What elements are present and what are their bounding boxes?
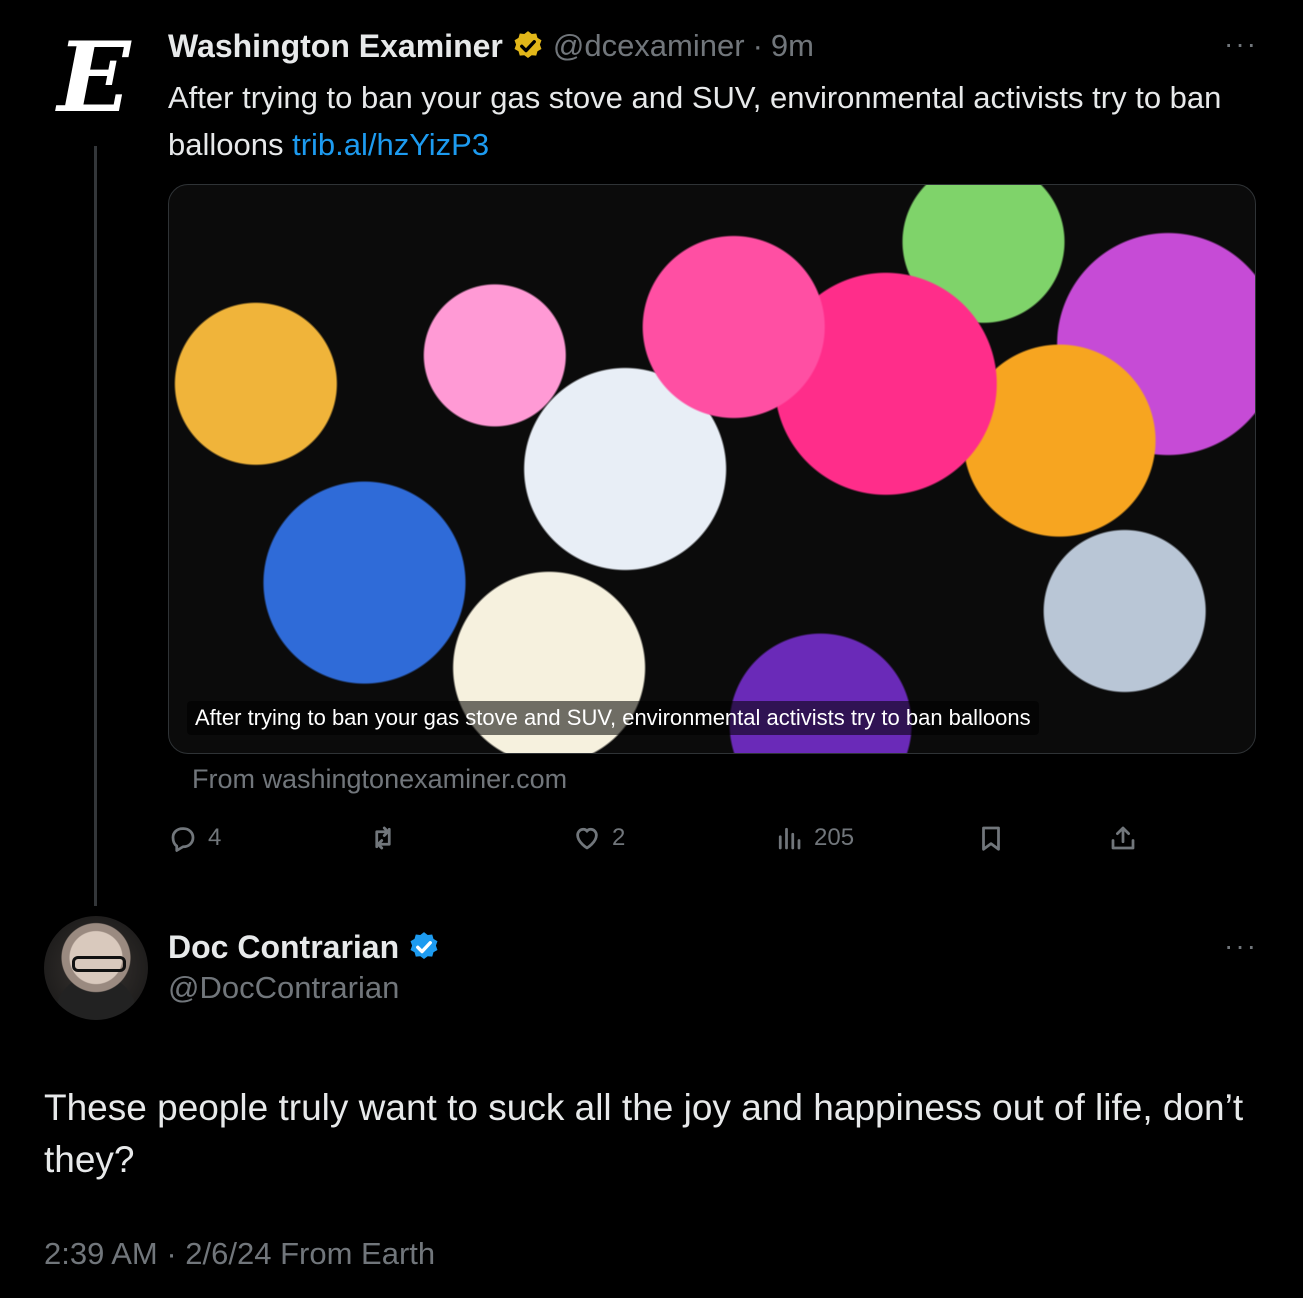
reply-icon: [171, 827, 195, 852]
tweet2-header: Doc Contrarian: [168, 926, 441, 968]
heart-icon: [576, 827, 598, 850]
tweet2-author-name[interactable]: Doc Contrarian: [168, 929, 399, 966]
bookmark-icon: [982, 826, 1000, 851]
tweet1-link[interactable]: trib.al/hzYizP3: [292, 127, 489, 162]
bookmark-button[interactable]: [976, 818, 1006, 858]
like-count: 2: [612, 824, 626, 851]
like-button[interactable]: 2: [572, 818, 625, 858]
dot-separator: ·: [752, 28, 763, 63]
tweet2-more-icon[interactable]: ···: [1224, 930, 1258, 962]
tweet2-timestamp-meta[interactable]: 2:39 AM · 2/6/24 From Earth: [44, 1236, 435, 1272]
link-card-image[interactable]: After trying to ban your gas stove and S…: [168, 184, 1256, 754]
thread-connector-line: [94, 146, 97, 906]
avatar-logo-glyph: E: [57, 21, 131, 134]
tweet1-timestamp[interactable]: 9m: [771, 28, 814, 64]
tweet1-more-icon[interactable]: ···: [1224, 28, 1258, 60]
doc-contrarian-avatar[interactable]: [44, 916, 148, 1020]
tweet1-text: After trying to ban your gas stove and S…: [168, 74, 1258, 168]
reply-count: 4: [208, 824, 222, 851]
share-icon: [1111, 826, 1135, 850]
views-button[interactable]: 205: [774, 818, 854, 858]
tweet2-handle[interactable]: @DocContrarian: [168, 970, 399, 1006]
views-chart-icon: [778, 827, 801, 850]
tweet1-handle[interactable]: @dcexaminer: [553, 28, 745, 64]
blue-verified-icon: [410, 932, 438, 960]
card-caption: After trying to ban your gas stove and S…: [187, 701, 1039, 735]
gold-verified-icon: [514, 31, 542, 59]
tweet1-action-bar: 4 2 205: [168, 818, 1148, 858]
tweet1-header: Washington Examiner @dcexaminer · 9m: [168, 26, 814, 66]
tweet2-text: These people truly want to suck all the …: [44, 1087, 1244, 1180]
repost-button[interactable]: [368, 818, 408, 858]
avatar-glasses: [72, 956, 126, 972]
reply-button[interactable]: 4: [168, 818, 221, 858]
washington-examiner-avatar[interactable]: E: [44, 24, 144, 132]
tweet1-author-name[interactable]: Washington Examiner: [168, 28, 503, 65]
view-count: 205: [814, 824, 855, 851]
share-button[interactable]: [1108, 818, 1138, 858]
card-source[interactable]: From washingtonexaminer.com: [192, 764, 567, 795]
repost-icon: [375, 826, 391, 850]
